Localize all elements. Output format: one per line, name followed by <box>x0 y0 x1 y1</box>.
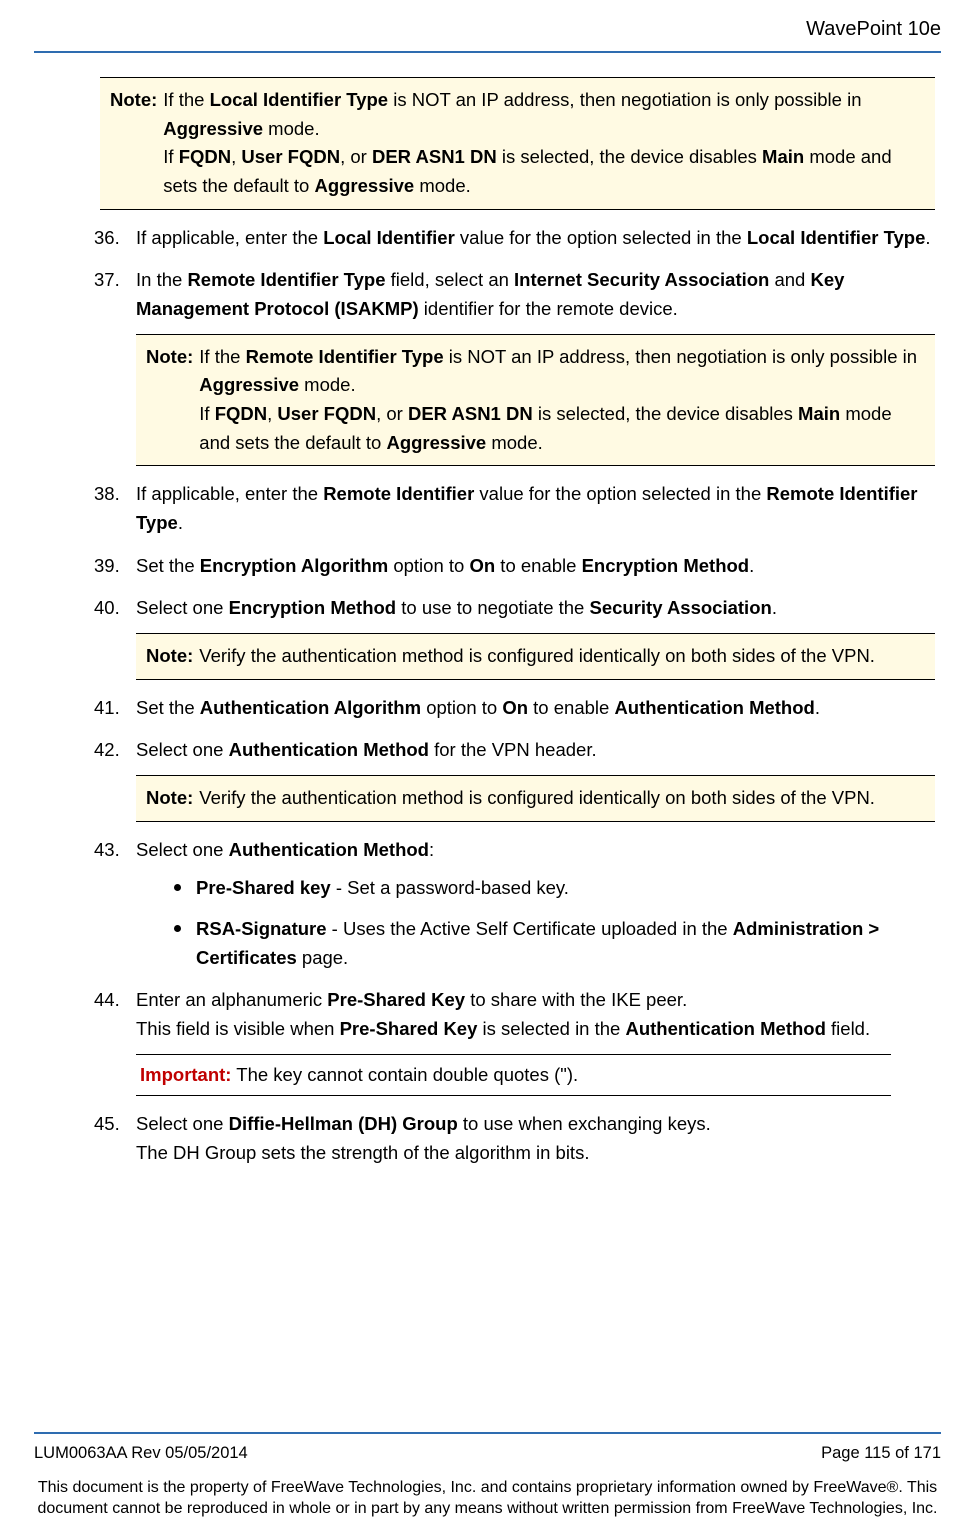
note-label: Note: <box>146 784 199 813</box>
content: Note: If the Local Identifier Type is NO… <box>34 77 941 1168</box>
important-label: Important: <box>140 1064 231 1085</box>
step-text: In the Remote Identifier Type field, sel… <box>136 266 941 323</box>
note-local-identifier: Note: If the Local Identifier Type is NO… <box>100 77 935 210</box>
step-text: Enter an alphanumeric Pre-Shared Key to … <box>136 986 941 1015</box>
note-verify-auth-2: Note: Verify the authentication method i… <box>136 775 935 822</box>
step-number: 36. <box>94 224 120 253</box>
note-text: Verify the authentication method is conf… <box>199 642 925 671</box>
step-44: 44. Enter an alphanumeric Pre-Shared Key… <box>94 986 941 1096</box>
list-item: Pre-Shared key - Set a password-based ke… <box>174 874 941 903</box>
note-label: Note: <box>110 86 163 201</box>
list-item: RSA-Signature - Uses the Active Self Cer… <box>174 915 941 972</box>
footer-doc-id: LUM0063AA Rev 05/05/2014 <box>34 1441 248 1467</box>
step-text: Select one Authentication Method: <box>136 836 941 865</box>
step-number: 43. <box>94 836 120 865</box>
step-40: 40. Select one Encryption Method to use … <box>94 594 941 679</box>
step-text: Set the Authentication Algorithm option … <box>136 694 941 723</box>
step-text: Select one Encryption Method to use to n… <box>136 594 941 623</box>
page-footer: LUM0063AA Rev 05/05/2014 Page 115 of 171… <box>0 1432 975 1520</box>
note-text: If FQDN, User FQDN, or DER ASN1 DN is se… <box>163 143 925 200</box>
step-42: 42. Select one Authentication Method for… <box>94 736 941 821</box>
footer-notice: This document is the property of FreeWav… <box>34 1477 941 1520</box>
step-text: This field is visible when Pre-Shared Ke… <box>136 1015 941 1044</box>
step-43: 43. Select one Authentication Method: Pr… <box>94 836 941 973</box>
step-number: 37. <box>94 266 120 295</box>
page-header-title: WavePoint 10e <box>34 14 941 45</box>
step-text: Select one Diffie-Hellman (DH) Group to … <box>136 1110 941 1139</box>
step-38: 38. If applicable, enter the Remote Iden… <box>94 480 941 537</box>
step-number: 41. <box>94 694 120 723</box>
step-number: 44. <box>94 986 120 1015</box>
step-41: 41. Set the Authentication Algorithm opt… <box>94 694 941 723</box>
step-number: 39. <box>94 552 120 581</box>
step-39: 39. Set the Encryption Algorithm option … <box>94 552 941 581</box>
note-text: If FQDN, User FQDN, or DER ASN1 DN is se… <box>199 400 925 457</box>
auth-method-options: Pre-Shared key - Set a password-based ke… <box>174 874 941 972</box>
note-remote-identifier: Note: If the Remote Identifier Type is N… <box>136 334 935 467</box>
note-label: Note: <box>146 642 199 671</box>
step-text: The DH Group sets the strength of the al… <box>136 1139 941 1168</box>
step-number: 45. <box>94 1110 120 1139</box>
step-45: 45. Select one Diffie-Hellman (DH) Group… <box>94 1110 941 1167</box>
note-text: Verify the authentication method is conf… <box>199 784 925 813</box>
step-number: 38. <box>94 480 120 509</box>
important-text: The key cannot contain double quotes (")… <box>236 1064 578 1085</box>
step-number: 40. <box>94 594 120 623</box>
note-body: If the Remote Identifier Type is NOT an … <box>199 343 925 458</box>
note-body: If the Local Identifier Type is NOT an I… <box>163 86 925 201</box>
important-callout: Important: The key cannot contain double… <box>136 1054 891 1097</box>
step-text: If applicable, enter the Local Identifie… <box>136 224 941 253</box>
note-body: Verify the authentication method is conf… <box>199 784 925 813</box>
step-text: Select one Authentication Method for the… <box>136 736 941 765</box>
note-text: If the Local Identifier Type is NOT an I… <box>163 86 925 143</box>
note-verify-auth-1: Note: Verify the authentication method i… <box>136 633 935 680</box>
note-label: Note: <box>146 343 199 458</box>
step-36: 36. If applicable, enter the Local Ident… <box>94 224 941 253</box>
footer-page-number: Page 115 of 171 <box>821 1441 941 1467</box>
note-text: If the Remote Identifier Type is NOT an … <box>199 343 925 400</box>
footer-rule <box>34 1432 941 1434</box>
step-37: 37. In the Remote Identifier Type field,… <box>94 266 941 466</box>
step-text: If applicable, enter the Remote Identifi… <box>136 480 941 537</box>
header-rule <box>34 51 941 53</box>
note-body: Verify the authentication method is conf… <box>199 642 925 671</box>
step-number: 42. <box>94 736 120 765</box>
step-text: Set the Encryption Algorithm option to O… <box>136 552 941 581</box>
steps-list: 36. If applicable, enter the Local Ident… <box>94 224 941 1168</box>
page: WavePoint 10e Note: If the Local Identif… <box>0 0 975 1538</box>
